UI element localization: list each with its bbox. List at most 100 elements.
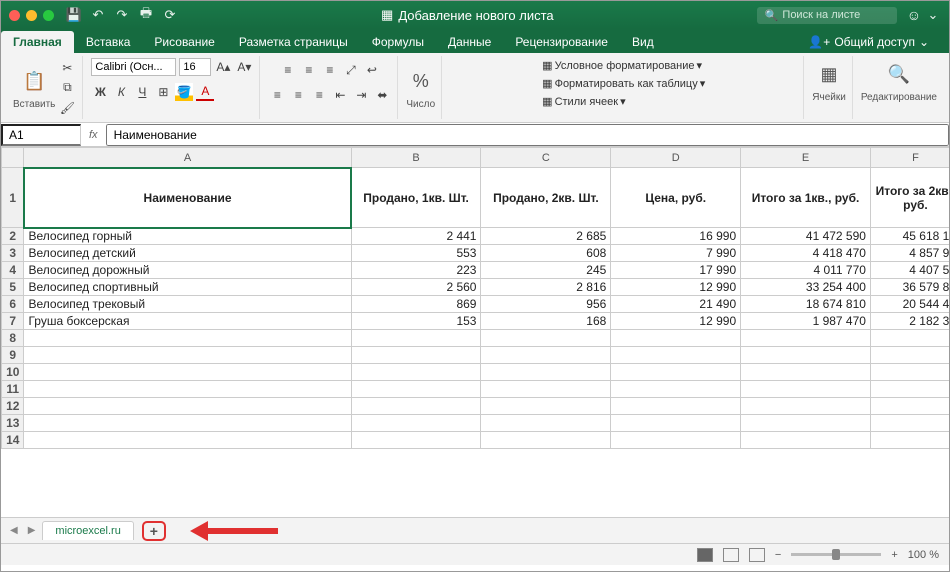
row-header[interactable]: 10	[2, 364, 24, 381]
cell[interactable]: 869	[351, 296, 481, 313]
cell[interactable]	[351, 432, 481, 449]
cell[interactable]	[870, 330, 949, 347]
col-header-f[interactable]: F	[870, 148, 949, 168]
tab-data[interactable]: Данные	[436, 31, 503, 53]
cell[interactable]: 553	[351, 245, 481, 262]
cell[interactable]	[741, 364, 871, 381]
cell[interactable]	[481, 415, 611, 432]
cell[interactable]	[351, 330, 481, 347]
increase-font-icon[interactable]: A▴	[214, 58, 232, 76]
cell[interactable]: 2 685	[481, 228, 611, 245]
zoom-slider[interactable]	[791, 553, 881, 556]
cell[interactable]: Итого за 1кв., руб.	[741, 168, 871, 228]
search-input[interactable]: 🔍 Поиск на листе	[757, 7, 897, 24]
conditional-formatting-button[interactable]: ▦Условное форматирование ▾	[539, 58, 705, 73]
zoom-in-button[interactable]: +	[891, 549, 897, 561]
editing-button[interactable]: 🔍 Редактирование	[861, 58, 937, 103]
copy-icon[interactable]: ⧉	[58, 79, 76, 97]
underline-icon[interactable]: Ч	[133, 83, 151, 101]
add-sheet-button[interactable]: +	[142, 521, 166, 541]
cell[interactable]	[611, 381, 741, 398]
merge-icon[interactable]: ⬌	[373, 86, 391, 104]
col-header-a[interactable]: A	[24, 148, 351, 168]
view-normal-icon[interactable]	[697, 548, 713, 562]
cell[interactable]	[351, 381, 481, 398]
align-left-icon[interactable]: ≡	[268, 86, 286, 104]
cell[interactable]: 2 441	[351, 228, 481, 245]
cell[interactable]	[870, 347, 949, 364]
cell[interactable]: 36 579 84	[870, 279, 949, 296]
view-page-layout-icon[interactable]	[723, 548, 739, 562]
row-header[interactable]: 3	[2, 245, 24, 262]
cell[interactable]: 7 990	[611, 245, 741, 262]
cell[interactable]: 4 407 55	[870, 262, 949, 279]
tab-home[interactable]: Главная	[1, 31, 74, 53]
cell[interactable]	[24, 381, 351, 398]
cell[interactable]	[24, 432, 351, 449]
cell[interactable]: 1 987 470	[741, 313, 871, 330]
row-header[interactable]: 13	[2, 415, 24, 432]
cell[interactable]: 2 182 32	[870, 313, 949, 330]
cell[interactable]	[351, 347, 481, 364]
cell[interactable]	[24, 364, 351, 381]
cell[interactable]	[481, 364, 611, 381]
zoom-out-button[interactable]: −	[775, 549, 781, 561]
redo-icon[interactable]: ↷	[114, 7, 130, 23]
cut-icon[interactable]: ✂	[58, 59, 76, 77]
cell[interactable]	[611, 398, 741, 415]
cell[interactable]	[351, 398, 481, 415]
align-bottom-icon[interactable]: ≡	[321, 61, 339, 79]
cell[interactable]	[24, 398, 351, 415]
cell[interactable]: 4 857 92	[870, 245, 949, 262]
cell[interactable]: 608	[481, 245, 611, 262]
tab-page-layout[interactable]: Разметка страницы	[227, 31, 360, 53]
fill-color-icon[interactable]: 🪣	[175, 83, 193, 101]
cell[interactable]: 2 560	[351, 279, 481, 296]
cell[interactable]: Велосипед трековый	[24, 296, 351, 313]
row-header[interactable]: 7	[2, 313, 24, 330]
name-box[interactable]	[1, 124, 81, 146]
row-header[interactable]: 4	[2, 262, 24, 279]
cell[interactable]: 16 990	[611, 228, 741, 245]
font-size-select[interactable]	[179, 58, 211, 76]
row-header[interactable]: 14	[2, 432, 24, 449]
align-center-icon[interactable]: ≡	[289, 86, 307, 104]
cell[interactable]: 18 674 810	[741, 296, 871, 313]
cell[interactable]: Продано, 2кв. Шт.	[481, 168, 611, 228]
fx-icon[interactable]: fx	[81, 129, 106, 141]
cell[interactable]: 12 990	[611, 313, 741, 330]
cell[interactable]: 4 011 770	[741, 262, 871, 279]
cell[interactable]	[611, 330, 741, 347]
cell[interactable]	[24, 347, 351, 364]
cell[interactable]	[870, 415, 949, 432]
row-header[interactable]: 1	[2, 168, 24, 228]
bold-icon[interactable]: Ж	[91, 83, 109, 101]
tab-draw[interactable]: Рисование	[142, 31, 226, 53]
row-header[interactable]: 5	[2, 279, 24, 296]
cell[interactable]	[741, 432, 871, 449]
cell[interactable]: Продано, 1кв. Шт.	[351, 168, 481, 228]
cell[interactable]: 12 990	[611, 279, 741, 296]
cell[interactable]	[611, 347, 741, 364]
col-header-b[interactable]: B	[351, 148, 481, 168]
col-header-e[interactable]: E	[741, 148, 871, 168]
format-painter-icon[interactable]: 🖌	[58, 99, 76, 117]
sheet-nav-next[interactable]: ▶	[25, 525, 39, 536]
cell[interactable]: 21 490	[611, 296, 741, 313]
sheet-nav-prev[interactable]: ◀	[7, 525, 21, 536]
cell[interactable]: 41 472 590	[741, 228, 871, 245]
formula-input[interactable]	[106, 124, 949, 146]
cell[interactable]: 153	[351, 313, 481, 330]
decrease-font-icon[interactable]: A▾	[235, 58, 253, 76]
align-right-icon[interactable]: ≡	[310, 86, 328, 104]
cell[interactable]	[741, 347, 871, 364]
tab-view[interactable]: Вид	[620, 31, 666, 53]
italic-icon[interactable]: К	[112, 83, 130, 101]
cell[interactable]: Цена, руб.	[611, 168, 741, 228]
tab-review[interactable]: Рецензирование	[503, 31, 620, 53]
select-all-corner[interactable]	[2, 148, 24, 168]
sheet-tab[interactable]: microexcel.ru	[42, 521, 133, 540]
cell[interactable]	[481, 432, 611, 449]
col-header-d[interactable]: D	[611, 148, 741, 168]
undo-icon[interactable]: ↶	[90, 7, 106, 23]
